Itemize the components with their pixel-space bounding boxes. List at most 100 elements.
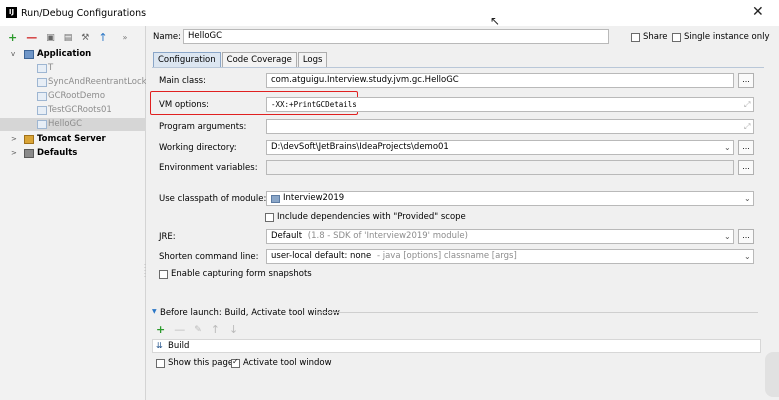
tab-configuration[interactable]: Configuration (153, 52, 221, 68)
shorten-value: user-local default: none (271, 251, 372, 261)
chevron-down-icon[interactable]: ⌄ (724, 232, 731, 241)
chevron-right-icon[interactable]: > (11, 147, 17, 160)
build-task-label: Build (168, 341, 190, 351)
classpath-module-label: Use classpath of module: (159, 194, 267, 204)
shorten-hint: - java [options] classname [args] (376, 251, 517, 261)
include-provided-checkbox[interactable] (265, 213, 274, 222)
name-input[interactable]: HelloGC (183, 29, 609, 44)
config-tabs: Configuration Code Coverage Logs (153, 52, 328, 68)
build-task-row[interactable]: ⇊ Build (152, 339, 761, 353)
jre-value: Default (271, 231, 303, 241)
single-instance-checkbox[interactable] (672, 33, 681, 42)
more-actions-button[interactable]: » (123, 32, 128, 44)
before-launch-toolbar: + — ✎ ↑ ↓ (156, 323, 238, 336)
tree-node-label: TestGCRoots01 (48, 105, 112, 115)
vm-options-label: VM options: (159, 100, 210, 110)
move-up-button[interactable]: ↑ (98, 32, 107, 44)
classpath-module-select[interactable]: Interview2019 (266, 191, 754, 206)
move-task-up-button[interactable]: ↑ (211, 323, 220, 336)
name-label: Name: (153, 32, 181, 42)
chevron-down-icon[interactable]: ⌄ (744, 252, 751, 261)
add-task-button[interactable]: + (156, 323, 165, 336)
jre-hint: (1.8 - SDK of 'Interview2019' module) (307, 231, 468, 241)
expand-field-icon[interactable]: ⤢ (744, 122, 750, 132)
tree-node-defaults[interactable]: > Defaults (0, 147, 146, 160)
collapse-triangle-icon[interactable]: ▼ (152, 308, 157, 315)
configurations-sidebar: + — ▣ ▤ ⚒ ↑ » v Application T SyncAndRee… (0, 26, 146, 400)
tree-node-syncandreentrantlockdemo[interactable]: SyncAndReentrantLockDemo (0, 76, 146, 89)
environment-variables-label: Environment variables: (159, 163, 258, 173)
class-icon (37, 64, 47, 73)
application-icon (24, 50, 34, 59)
tree-node-tomcat-server[interactable]: > Tomcat Server (0, 133, 146, 146)
share-label: Share (643, 32, 668, 42)
intellij-logo-icon: IJ (6, 7, 17, 18)
before-launch-title: Before launch: Build, Activate tool wind… (160, 308, 340, 318)
tab-code-coverage[interactable]: Code Coverage (221, 52, 297, 68)
chevron-down-icon[interactable]: ⌄ (724, 143, 731, 152)
close-button[interactable]: ✕ (752, 4, 764, 20)
program-arguments-input[interactable] (266, 119, 754, 134)
tree-node-testgcroots01[interactable]: TestGCRoots01 (0, 104, 146, 117)
jre-label: JRE: (159, 232, 176, 242)
tree-node-label: T (48, 63, 54, 73)
browse-jre-button[interactable]: ... (738, 229, 754, 244)
jre-select[interactable]: Default (1.8 - SDK of 'Interview2019' mo… (266, 229, 734, 244)
capture-snapshots-checkbox[interactable] (159, 270, 168, 279)
save-configuration-button[interactable]: ▤ (64, 32, 73, 44)
single-instance-label: Single instance only (684, 32, 770, 42)
vm-options-input[interactable]: -XX:+PrintGCDetails (266, 97, 754, 112)
before-launch-separator (318, 312, 758, 313)
main-class-label: Main class: (159, 76, 206, 86)
edit-task-button[interactable]: ✎ (194, 325, 202, 335)
activate-tool-window-label: Activate tool window (243, 358, 332, 368)
working-directory-label: Working directory: (159, 143, 237, 153)
tree-node-application[interactable]: v Application (0, 48, 146, 61)
remove-task-button[interactable]: — (174, 323, 185, 336)
add-configuration-button[interactable]: + (8, 32, 17, 44)
working-directory-input[interactable]: D:\devSoft\JetBrains\IdeaProjects\demo01 (266, 140, 734, 155)
copy-configuration-button[interactable]: ▣ (46, 32, 55, 44)
class-icon (37, 106, 47, 115)
chevron-right-icon[interactable]: > (11, 133, 17, 146)
tree-node-hellogc[interactable]: HelloGC (0, 118, 146, 131)
program-arguments-label: Program arguments: (159, 122, 247, 132)
browse-directory-button[interactable]: ... (738, 140, 754, 155)
shorten-command-line-label: Shorten command line: (159, 252, 259, 262)
tree-node-t[interactable]: T (0, 62, 146, 75)
show-this-page-label: Show this page (168, 358, 234, 368)
tree-node-label: Defaults (37, 148, 78, 158)
build-icon: ⇊ (156, 341, 163, 350)
show-this-page-checkbox[interactable] (156, 359, 165, 368)
title-bar: IJ Run/Debug Configurations ↖ ✕ (0, 0, 779, 28)
tab-logs[interactable]: Logs (297, 52, 328, 68)
module-icon (271, 195, 280, 203)
expand-field-icon[interactable]: ⤢ (744, 100, 750, 110)
sidebar-toolbar: + — ▣ ▤ ⚒ ↑ » (8, 31, 127, 45)
browse-main-class-button[interactable]: ... (738, 73, 754, 88)
class-icon (37, 120, 47, 129)
activate-tool-window-checkbox[interactable] (231, 357, 240, 368)
mouse-cursor-icon: ↖ (490, 14, 501, 28)
chevron-down-icon[interactable]: v (11, 48, 15, 61)
main-class-input[interactable]: com.atguigu.Interview.study.jvm.gc.Hello… (266, 73, 734, 88)
share-checkbox[interactable] (631, 33, 640, 42)
tree-node-label: SyncAndReentrantLockDemo (48, 77, 146, 87)
splitter-handle-icon[interactable]: · · · · · (144, 263, 146, 281)
edit-environment-button[interactable]: ... (738, 160, 754, 175)
tree-node-label: Application (37, 49, 92, 59)
edit-defaults-button[interactable]: ⚒ (81, 32, 89, 44)
tree-node-label: GCRootDemo (48, 91, 106, 101)
scrollbar-thumb[interactable] (765, 352, 779, 397)
remove-configuration-button[interactable]: — (26, 32, 37, 44)
chevron-down-icon[interactable]: ⌄ (744, 194, 751, 203)
class-icon (37, 78, 47, 87)
capture-snapshots-label: Enable capturing form snapshots (171, 269, 312, 279)
shorten-command-line-select[interactable]: user-local default: none - java [options… (266, 249, 754, 264)
classpath-module-value: Interview2019 (283, 193, 345, 203)
tree-node-gcrootdemo[interactable]: GCRootDemo (0, 90, 146, 103)
defaults-icon (24, 149, 34, 158)
environment-variables-input[interactable] (266, 160, 734, 175)
class-icon (37, 92, 47, 101)
move-task-down-button[interactable]: ↓ (229, 323, 238, 336)
